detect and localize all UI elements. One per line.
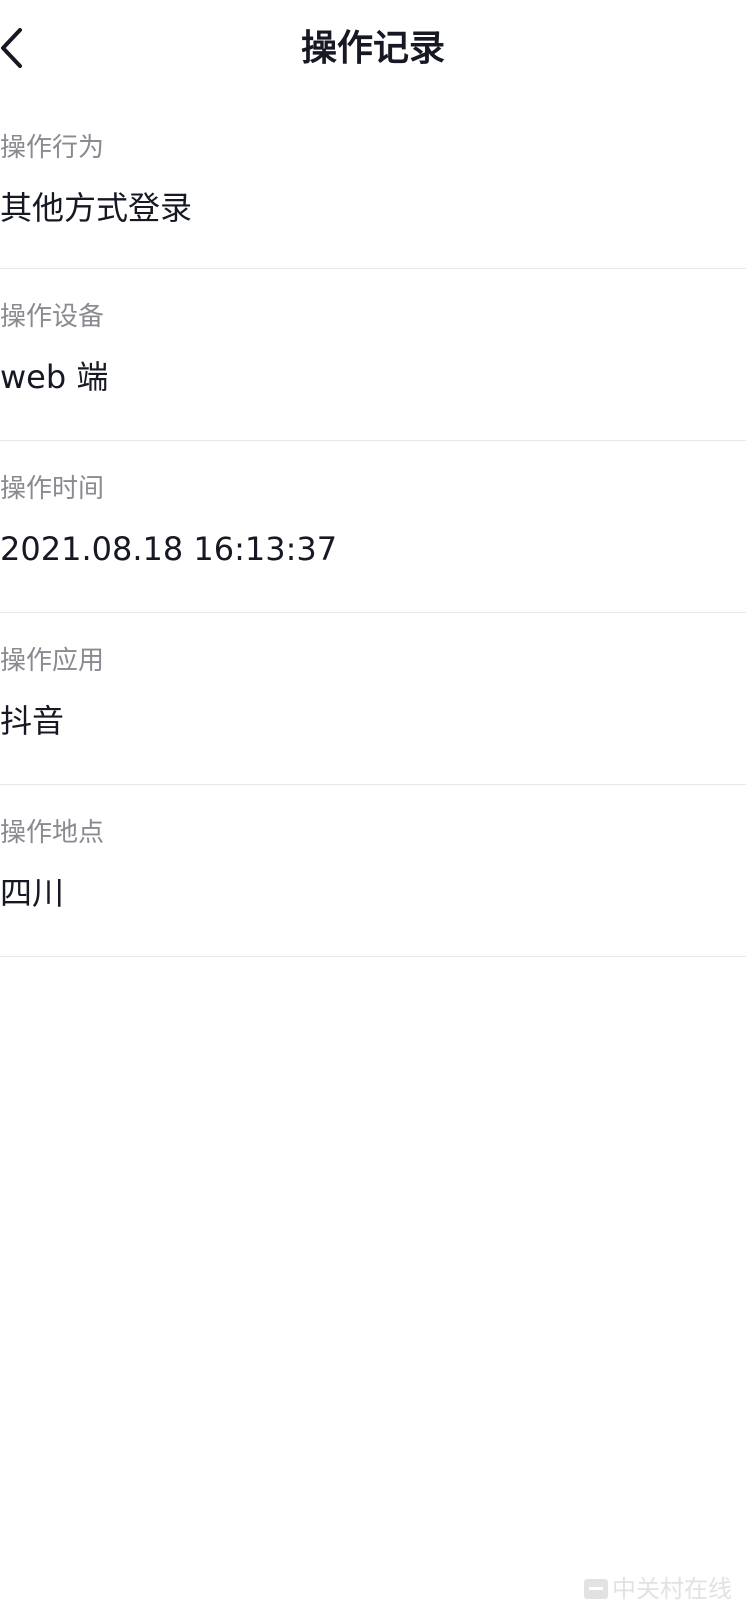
record-item-device: 操作设备 web 端 [0, 269, 746, 441]
record-item-app: 操作应用 抖音 [0, 613, 746, 785]
record-item-time: 操作时间 2021.08.18 16:13:37 [0, 441, 746, 613]
record-label: 操作行为 [0, 133, 105, 163]
record-label: 操作地点 [0, 818, 105, 848]
record-value: 抖音 [0, 702, 65, 740]
record-value: 其他方式登录 [0, 189, 193, 227]
record-list: 操作行为 其他方式登录 操作设备 web 端 操作时间 2021.08.18 1… [0, 100, 746, 957]
record-item-location: 操作地点 四川 [0, 785, 746, 957]
record-value: 四川 [0, 874, 65, 912]
watermark-logo-icon [584, 1579, 608, 1599]
watermark: 中关村在线 [584, 1574, 732, 1604]
watermark-text: 中关村在线 [612, 1575, 732, 1603]
record-value: web 端 [0, 358, 109, 396]
record-label: 操作应用 [0, 646, 105, 676]
nav-bar: 操作记录 [0, 0, 746, 100]
record-item-action: 操作行为 其他方式登录 [0, 100, 746, 269]
record-label: 操作时间 [0, 474, 105, 504]
record-label: 操作设备 [0, 302, 105, 332]
record-value: 2021.08.18 16:13:37 [0, 530, 338, 568]
page-title: 操作记录 [300, 28, 445, 69]
